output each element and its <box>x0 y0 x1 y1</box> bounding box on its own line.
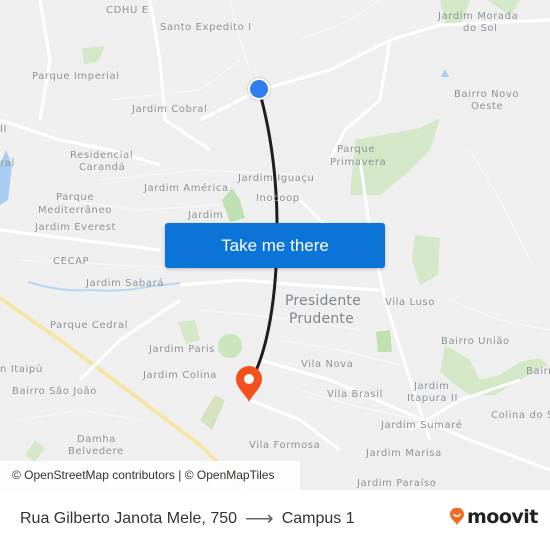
map-label: Bairro Novo <box>454 89 520 100</box>
map-label: Santo Expedito I <box>160 22 252 33</box>
map-label: Jardim Sumaré <box>381 420 463 431</box>
map-label: Bairr <box>526 366 550 377</box>
map-label: Mediterrâneo <box>38 205 112 216</box>
map-label: Parque Imperial <box>32 71 120 82</box>
destination-label: Campus 1 <box>281 510 355 527</box>
map-label: do Sol <box>463 23 498 34</box>
map-label: Jardim Iguaçu <box>238 173 315 184</box>
moovit-pin-icon <box>450 508 464 525</box>
map-label: CDHU E <box>106 5 149 16</box>
water-marker <box>441 69 449 77</box>
map-label: Jardim Sabará <box>86 278 165 289</box>
map-label: Vila Nova <box>301 359 354 370</box>
map-label: Bairro São João <box>12 386 97 397</box>
arrow-right-icon: ⟶ <box>245 508 274 530</box>
map-label: Residencial <box>70 150 134 161</box>
map-label: Parque <box>56 192 95 203</box>
map-label: Jardim Everest <box>35 222 117 233</box>
park-area <box>25 440 45 462</box>
map-label: Bairro União <box>441 336 510 347</box>
map-label: Inocoop <box>256 193 300 204</box>
origin-label: Rua Gilberto Janota Mele, 750 <box>20 510 238 527</box>
map-label: Jardim Marisa <box>366 448 442 459</box>
map-label: II <box>0 124 8 135</box>
map-label: Jardim Cobral <box>132 104 208 115</box>
map-label: Parque Cedral <box>50 320 128 331</box>
map-label: CECAP <box>53 256 90 267</box>
moovit-wordmark: moovit <box>467 506 538 528</box>
map-label: Jardim <box>414 381 450 392</box>
map[interactable]: CDHU E Santo Expedito I Jardim Morada do… <box>0 0 550 490</box>
map-label: Belvedere <box>68 446 124 457</box>
map-label: Vila Brasil <box>327 389 383 400</box>
city-label: Presidente <box>285 293 361 309</box>
map-label: ral <box>0 158 15 169</box>
destination-pin-icon[interactable] <box>234 365 264 403</box>
park-area <box>178 320 200 344</box>
take-me-there-button[interactable]: Take me there <box>165 223 385 268</box>
map-label: Carandá <box>79 162 126 173</box>
moovit-logo[interactable]: moovit <box>449 506 538 528</box>
map-label: Damha <box>77 434 117 445</box>
map-label: Vila Formosa <box>249 440 321 451</box>
map-label: Parque <box>337 144 376 155</box>
park-area <box>218 334 242 358</box>
park-area <box>376 330 392 352</box>
park-area <box>82 46 105 64</box>
map-label: Itapura II <box>407 393 458 404</box>
map-label: Jardim América <box>144 183 229 194</box>
map-attribution[interactable]: © OpenStreetMap contributors | © OpenMap… <box>0 461 300 490</box>
map-label: Primavera <box>330 157 387 168</box>
map-label: Jardim <box>188 210 224 221</box>
map-label: n Itaipú <box>0 364 43 375</box>
origin-dot-icon[interactable] <box>248 78 270 100</box>
map-label: Jardim Paraíso <box>357 478 437 489</box>
park-area <box>200 395 225 430</box>
map-label: Vila Luso <box>385 297 435 308</box>
map-label: Jardim Colina <box>143 370 217 381</box>
map-label: Colina do S <box>491 410 550 421</box>
city-label: Prudente <box>289 311 354 327</box>
map-label: Oeste <box>471 101 504 112</box>
map-label: Jardim Paris <box>149 344 216 355</box>
route-summary: Rua Gilberto Janota Mele, 750 ⟶ Campus 1 <box>20 508 355 530</box>
park-area <box>412 235 440 285</box>
map-label: Jardim Morada <box>438 11 519 22</box>
